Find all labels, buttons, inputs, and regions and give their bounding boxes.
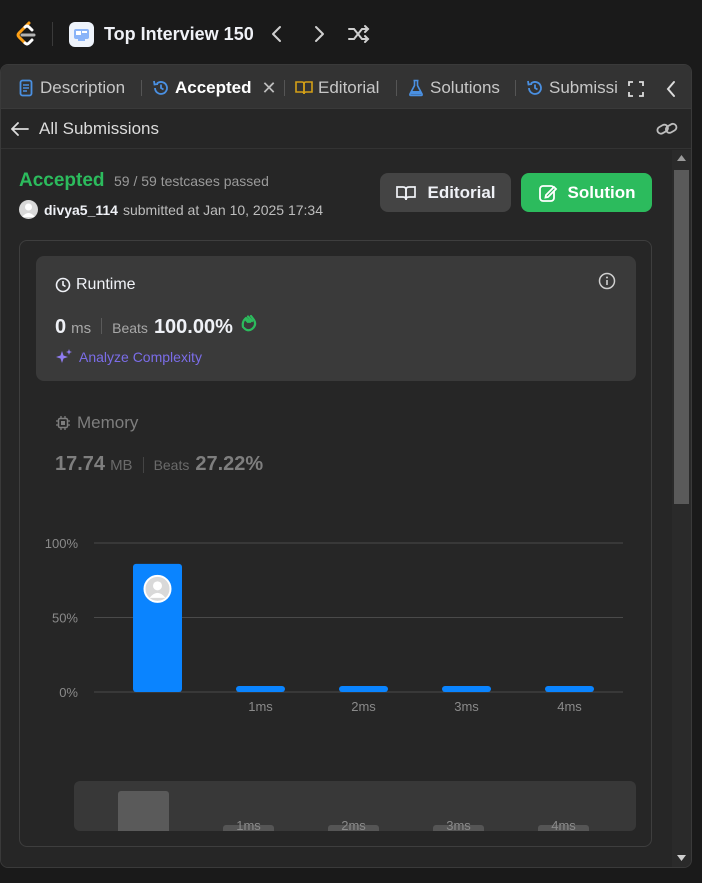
history-icon xyxy=(525,78,545,98)
chart-bar xyxy=(545,686,594,692)
scrollbar-thumb[interactable] xyxy=(674,170,689,504)
runtime-values: 0 ms Beats 100.00% xyxy=(55,313,259,339)
tab-divider xyxy=(396,80,397,96)
chart-bar xyxy=(236,686,285,692)
mini-bar xyxy=(118,791,169,831)
topbar-divider xyxy=(52,22,53,46)
x-tick-label: 4ms xyxy=(557,699,582,714)
divider xyxy=(142,456,144,473)
link-icon[interactable] xyxy=(655,119,679,144)
runtime-value: 0 xyxy=(55,316,67,338)
leetcode-logo[interactable] xyxy=(14,20,40,48)
clapping-hands-icon xyxy=(239,313,259,338)
tab-accepted[interactable]: Accepted ✕ xyxy=(151,77,277,99)
chevron-left-icon[interactable] xyxy=(665,78,677,100)
tab-submissions[interactable]: Submissi xyxy=(525,77,618,99)
editorial-button[interactable]: Editorial xyxy=(380,173,511,212)
flask-icon xyxy=(406,78,426,98)
runtime-unit: ms xyxy=(71,320,92,337)
runtime-beats-value: 100.00% xyxy=(153,316,233,338)
top-bar: Top Interview 150 xyxy=(0,0,702,66)
beats-label: Beats xyxy=(112,320,148,336)
submitted-at: submitted at Jan 10, 2025 17:34 xyxy=(122,201,324,218)
mini-x-tick-label: 4ms xyxy=(551,818,576,831)
edit-icon xyxy=(538,184,557,202)
submission-detail: Accepted 59 / 59 testcases passed divya5… xyxy=(1,150,671,867)
tab-divider xyxy=(284,80,285,96)
runtime-distribution-chart: 100% 50% 0% 1ms 2ms 3ms 4ms xyxy=(45,536,623,714)
info-icon[interactable] xyxy=(598,272,616,295)
runtime-title: Runtime xyxy=(55,276,136,294)
performance-card: Runtime 0 ms Beats 100.00% Analyze Compl… xyxy=(19,240,652,847)
arrow-left-icon xyxy=(11,122,29,136)
memory-unit: MB xyxy=(110,457,133,474)
beats-label: Beats xyxy=(153,457,190,473)
analyze-complexity-link[interactable]: Analyze Complexity xyxy=(55,348,202,366)
shuffle-icon[interactable] xyxy=(347,22,371,46)
book-icon xyxy=(294,78,314,98)
sparkle-icon xyxy=(56,349,72,363)
mini-distribution-chart: 1ms 2ms 3ms 4ms xyxy=(118,791,589,831)
clock-icon xyxy=(55,277,71,293)
divider xyxy=(101,318,103,334)
x-tick-label: 2ms xyxy=(351,699,376,714)
submission-subheader: All Submissions xyxy=(1,109,691,149)
book-icon xyxy=(396,185,417,200)
username[interactable]: divya5_114 xyxy=(44,202,118,218)
memory-title[interactable]: Memory xyxy=(55,413,138,433)
tab-solutions[interactable]: Solutions xyxy=(406,77,500,99)
tab-description[interactable]: Description xyxy=(16,77,125,99)
chart-bar xyxy=(442,686,491,692)
memory-beats-value: 27.22% xyxy=(195,453,264,475)
y-tick-label: 0% xyxy=(59,685,78,700)
mini-x-tick-label: 1ms xyxy=(236,818,261,831)
chevron-right-icon[interactable] xyxy=(307,22,331,46)
tab-editorial[interactable]: Editorial xyxy=(294,77,379,99)
submitter-info: divya5_114 submitted at Jan 10, 2025 17:… xyxy=(19,200,323,219)
testcases-passed: 59 / 59 testcases passed xyxy=(114,173,269,189)
scroll-up-icon xyxy=(677,155,686,161)
close-tab-icon[interactable]: ✕ xyxy=(262,78,277,99)
document-icon xyxy=(16,78,36,98)
chart-bar xyxy=(339,686,388,692)
mini-x-tick-label: 3ms xyxy=(446,818,471,831)
tab-bar: Description Accepted ✕ Editorial Solutio… xyxy=(1,65,691,109)
maximize-icon[interactable] xyxy=(627,78,645,100)
memory-value: 17.74 xyxy=(55,453,106,475)
study-plan-title[interactable]: Top Interview 150 xyxy=(104,24,254,45)
chevron-left-icon[interactable] xyxy=(265,22,289,46)
study-plan-icon[interactable] xyxy=(69,22,94,47)
scroll-down-icon xyxy=(677,855,686,861)
y-tick-label: 50% xyxy=(52,611,78,626)
chart-range-selector[interactable]: 1ms 2ms 3ms 4ms xyxy=(74,781,636,831)
x-tick-label: 1ms xyxy=(248,699,273,714)
history-icon xyxy=(151,78,171,98)
x-tick-label: 3ms xyxy=(454,699,479,714)
all-submissions-link[interactable]: All Submissions xyxy=(11,119,159,139)
runtime-box[interactable]: Runtime 0 ms Beats 100.00% Analyze Compl… xyxy=(36,256,636,381)
status-label: Accepted xyxy=(19,170,105,191)
avatar[interactable] xyxy=(19,200,38,219)
scrollbar[interactable] xyxy=(672,150,691,867)
tab-divider xyxy=(141,80,142,96)
memory-values: 17.74 MB Beats 27.22% xyxy=(55,453,263,476)
solution-button[interactable]: Solution xyxy=(521,173,652,212)
chip-icon xyxy=(56,416,70,430)
y-tick-label: 100% xyxy=(45,536,79,551)
user-marker-head xyxy=(153,581,162,591)
tab-divider xyxy=(515,80,516,96)
mini-x-tick-label: 2ms xyxy=(341,818,366,831)
submission-panel: Description Accepted ✕ Editorial Solutio… xyxy=(0,64,692,868)
